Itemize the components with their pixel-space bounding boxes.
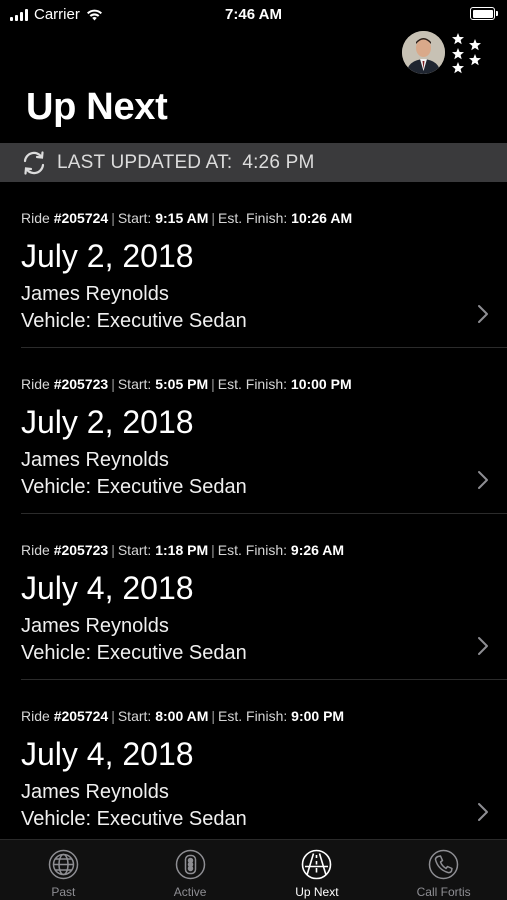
ride-vehicle: Vehicle: Executive Sedan [21, 642, 247, 664]
ride-finish-time: 10:26 AM [291, 210, 353, 226]
refresh-icon[interactable] [20, 149, 48, 177]
app-screen: Carrier 7:46 AM Up Next LAST UPDATED AT:… [0, 0, 507, 900]
ride-start-time: 5:05 PM [155, 376, 209, 392]
tab-up-next[interactable]: Up Next [254, 840, 381, 900]
last-updated-label: LAST UPDATED AT: [57, 151, 233, 173]
ride-meta: Ride #205724 | Start: 8:00 AM | Est. Finish:… [21, 708, 345, 724]
ride-meta: Ride #205723 | Start: 5:05 PM | Est. Finish:… [21, 376, 352, 392]
status-bar: Carrier 7:46 AM [0, 0, 507, 30]
tab-bar: Past Active Up Next Call Fortis [0, 839, 507, 900]
page-title: Up Next [26, 86, 168, 128]
profile-avatar[interactable] [402, 31, 445, 74]
ride-row[interactable]: Ride #205724 | Start: 8:00 AM | Est. Finish:… [0, 680, 507, 839]
chevron-right-icon[interactable] [477, 636, 489, 656]
ride-row[interactable]: Ride #205724 | Start: 9:15 AM | Est. Finish:… [0, 182, 507, 348]
ride-meta: Ride #205723 | Start: 1:18 PM | Est. Finish:… [21, 542, 345, 558]
ride-row[interactable]: Ride #205723 | Start: 1:18 PM | Est. Finish:… [0, 514, 507, 680]
tab-active[interactable]: Active [127, 840, 254, 900]
ride-driver: James Reynolds [21, 449, 169, 471]
ride-meta: Ride #205724 | Start: 9:15 AM | Est. Finish:… [21, 210, 353, 226]
ride-vehicle: Vehicle: Executive Sedan [21, 808, 247, 830]
tab-label: Active [173, 885, 207, 899]
traffic-light-icon [175, 849, 205, 880]
ride-date: July 4, 2018 [21, 736, 194, 772]
ride-date: July 4, 2018 [21, 570, 194, 606]
ride-driver: James Reynolds [21, 781, 169, 803]
tab-past[interactable]: Past [0, 840, 127, 900]
ride-number: #205723 [53, 542, 109, 558]
ride-list[interactable]: Ride #205724 | Start: 9:15 AM | Est. Finish:… [0, 182, 507, 839]
ride-start-time: 8:00 AM [155, 708, 209, 724]
ride-vehicle: Vehicle: Executive Sedan [21, 310, 247, 332]
status-time: 7:46 AM [225, 6, 282, 23]
ride-driver: James Reynolds [21, 283, 169, 305]
road-icon [302, 849, 332, 880]
ride-date: July 2, 2018 [21, 404, 194, 440]
chevron-right-icon[interactable] [477, 470, 489, 490]
last-updated-bar[interactable]: LAST UPDATED AT: 4:26 PM [0, 143, 507, 182]
ride-date: July 2, 2018 [21, 238, 194, 274]
globe-icon [48, 849, 79, 880]
tab-label: Call Fortis [416, 885, 471, 899]
chevron-right-icon[interactable] [477, 802, 489, 822]
ride-start-time: 1:18 PM [155, 542, 209, 558]
ride-finish-time: 9:26 AM [290, 542, 345, 558]
tab-call-fortis[interactable]: Call Fortis [380, 840, 507, 900]
ride-vehicle: Vehicle: Executive Sedan [21, 476, 247, 498]
ride-row[interactable]: Ride #205723 | Start: 5:05 PM | Est. Finish:… [0, 348, 507, 514]
ride-number: #205724 [53, 210, 109, 226]
tab-label: Past [51, 885, 76, 899]
ride-finish-time: 9:00 PM [291, 708, 345, 724]
battery-icon [470, 7, 498, 20]
ride-number: #205724 [53, 708, 109, 724]
ride-start-time: 9:15 AM [155, 210, 209, 226]
tab-label: Up Next [295, 885, 339, 899]
ride-driver: James Reynolds [21, 615, 169, 637]
rating-stars-icon [452, 33, 481, 74]
last-updated-time: 4:26 PM [242, 151, 315, 173]
chevron-right-icon[interactable] [477, 304, 489, 324]
phone-icon [428, 849, 459, 880]
ride-finish-time: 10:00 PM [290, 376, 352, 392]
ride-number: #205723 [53, 376, 109, 392]
